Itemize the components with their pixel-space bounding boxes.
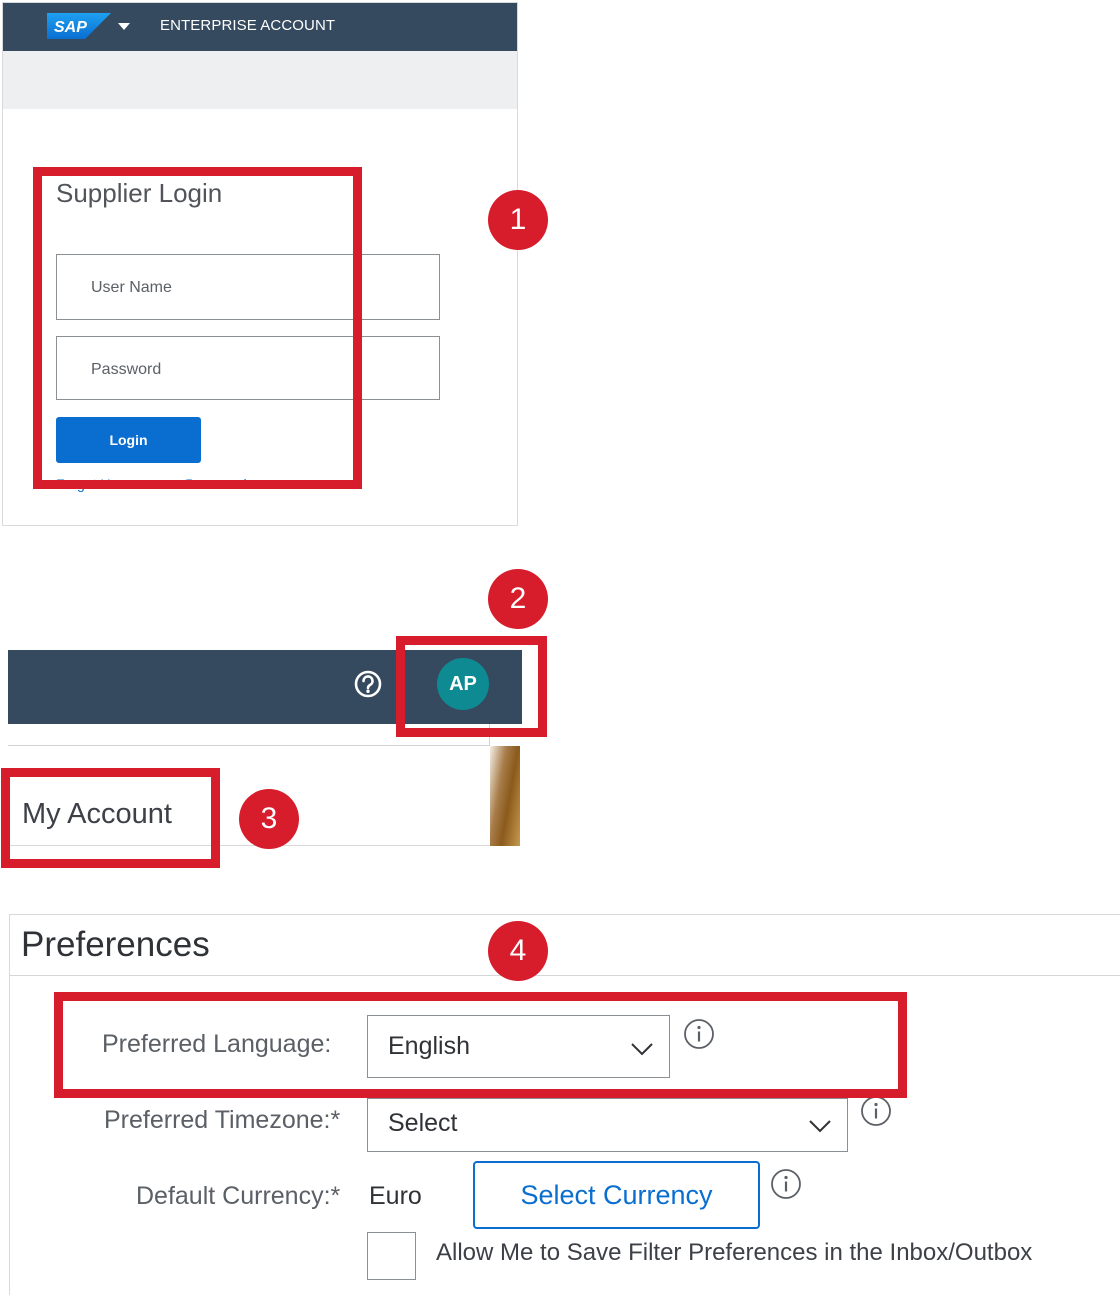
info-icon[interactable]	[860, 1095, 892, 1127]
info-icon[interactable]	[770, 1168, 802, 1200]
highlight-box-my-account	[1, 768, 220, 868]
caret-down-icon[interactable]	[118, 23, 130, 31]
highlight-box-language	[54, 992, 907, 1098]
header-title: ENTERPRISE ACCOUNT	[160, 17, 336, 34]
preferred-timezone-value: Select	[388, 1109, 458, 1137]
preferred-timezone-select[interactable]: Select	[367, 1098, 848, 1152]
step-badge-2: 2	[488, 569, 548, 629]
highlight-box-login	[33, 167, 362, 489]
sap-logo-icon[interactable]: SAP	[47, 13, 111, 39]
default-currency-label: Default Currency:*	[136, 1182, 341, 1210]
default-currency-value: Euro	[369, 1182, 422, 1210]
save-filter-preferences-checkbox[interactable]	[367, 1232, 416, 1280]
step-badge-1: 1	[488, 190, 548, 250]
step-badge-4: 4	[488, 921, 548, 981]
preferences-title: Preferences	[21, 925, 210, 964]
chevron-down-icon	[809, 1120, 831, 1133]
background-image-strip	[490, 746, 520, 846]
save-filter-preferences-label: Allow Me to Save Filter Preferences in t…	[436, 1239, 1033, 1266]
gray-band	[3, 51, 517, 109]
help-icon[interactable]	[352, 668, 384, 700]
login-header-bar: SAP ENTERPRISE ACCOUNT	[3, 3, 517, 51]
preferences-divider	[10, 975, 1120, 976]
select-currency-button[interactable]: Select Currency	[473, 1161, 760, 1229]
svg-text:SAP: SAP	[54, 19, 87, 36]
highlight-box-avatar	[396, 636, 547, 737]
step-badge-3: 3	[239, 789, 299, 849]
preferred-timezone-label: Preferred Timezone:*	[104, 1106, 341, 1134]
